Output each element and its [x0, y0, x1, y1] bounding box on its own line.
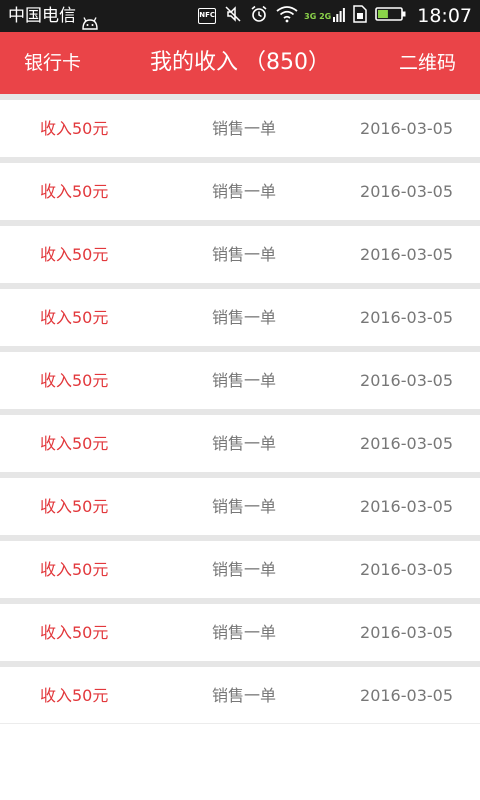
income-amount: 收入50元 [40, 560, 109, 579]
income-date: 2016-03-05 [360, 686, 453, 705]
income-row: 收入50元 销售一单 2016-03-05 [0, 535, 480, 598]
income-description: 销售一单 [212, 308, 277, 327]
qr-code-button[interactable]: 二维码 [399, 32, 456, 94]
income-description: 销售一单 [212, 434, 277, 453]
income-date: 2016-03-05 [360, 182, 453, 201]
battery-icon [375, 6, 407, 26]
income-date: 2016-03-05 [360, 497, 453, 516]
income-amount: 收入50元 [40, 119, 109, 138]
income-row: 收入50元 销售一单 2016-03-05 [0, 409, 480, 472]
income-amount: 收入50元 [40, 245, 109, 264]
clock: 18:07 [417, 5, 472, 27]
battery-level-fill [378, 10, 389, 18]
income-row: 收入50元 销售一单 2016-03-05 [0, 94, 480, 157]
income-row: 收入50元 销售一单 2016-03-05 [0, 283, 480, 346]
carrier-info: 中国电信 [8, 0, 99, 32]
income-row: 收入50元 销售一单 2016-03-05 [0, 157, 480, 220]
income-description: 销售一单 [212, 623, 277, 642]
wifi-icon [276, 5, 298, 27]
status-icons: NFC 3G 2G 18:07 [190, 0, 472, 32]
income-row: 收入50元 销售一单 2016-03-05 [0, 661, 480, 724]
income-amount: 收入50元 [40, 308, 109, 327]
carrier-name: 中国电信 [8, 6, 76, 26]
network-type-top: 3G [304, 11, 317, 21]
income-amount: 收入50元 [40, 497, 109, 516]
income-date: 2016-03-05 [360, 560, 453, 579]
signal-icon [333, 5, 346, 27]
income-row: 收入50元 销售一单 2016-03-05 [0, 346, 480, 409]
mute-icon [224, 5, 242, 27]
sim-icon [353, 5, 367, 27]
income-description: 销售一单 [212, 182, 277, 201]
income-count-value: 850 [266, 50, 308, 75]
income-row: 收入50元 销售一单 2016-03-05 [0, 220, 480, 283]
page-title-text: 我的收入 [149, 50, 238, 75]
income-count: （850） [244, 50, 330, 75]
income-date: 2016-03-05 [360, 119, 453, 138]
status-bar: 中国电信 NFC 3G 2G 18:07 [0, 0, 480, 32]
income-date: 2016-03-05 [360, 371, 453, 390]
nfc-icon: NFC [198, 8, 217, 24]
alarm-icon [250, 5, 268, 27]
header-bar: 银行卡 我的收入 （850） 二维码 [0, 32, 480, 94]
income-row: 收入50元 销售一单 2016-03-05 [0, 598, 480, 661]
income-count-close: ） [308, 50, 331, 75]
income-description: 销售一单 [212, 497, 277, 516]
income-description: 销售一单 [212, 371, 277, 390]
income-description: 销售一单 [212, 119, 277, 138]
income-date: 2016-03-05 [360, 308, 453, 327]
income-date: 2016-03-05 [360, 623, 453, 642]
android-debug-icon [81, 9, 99, 30]
income-amount: 收入50元 [40, 182, 109, 201]
income-amount: 收入50元 [40, 371, 109, 390]
income-date: 2016-03-05 [360, 245, 453, 264]
income-description: 销售一单 [212, 245, 277, 264]
income-description: 销售一单 [212, 686, 277, 705]
income-row: 收入50元 销售一单 2016-03-05 [0, 472, 480, 535]
income-amount: 收入50元 [40, 686, 109, 705]
network-type-bottom: 2G [319, 11, 332, 21]
income-count-open: （ [243, 50, 266, 75]
network-type-indicator: 3G 2G [304, 12, 331, 21]
income-description: 销售一单 [212, 560, 277, 579]
income-amount: 收入50元 [40, 434, 109, 453]
income-date: 2016-03-05 [360, 434, 453, 453]
income-list: 收入50元 销售一单 2016-03-05 收入50元 销售一单 2016-03… [0, 94, 480, 724]
income-amount: 收入50元 [40, 623, 109, 642]
